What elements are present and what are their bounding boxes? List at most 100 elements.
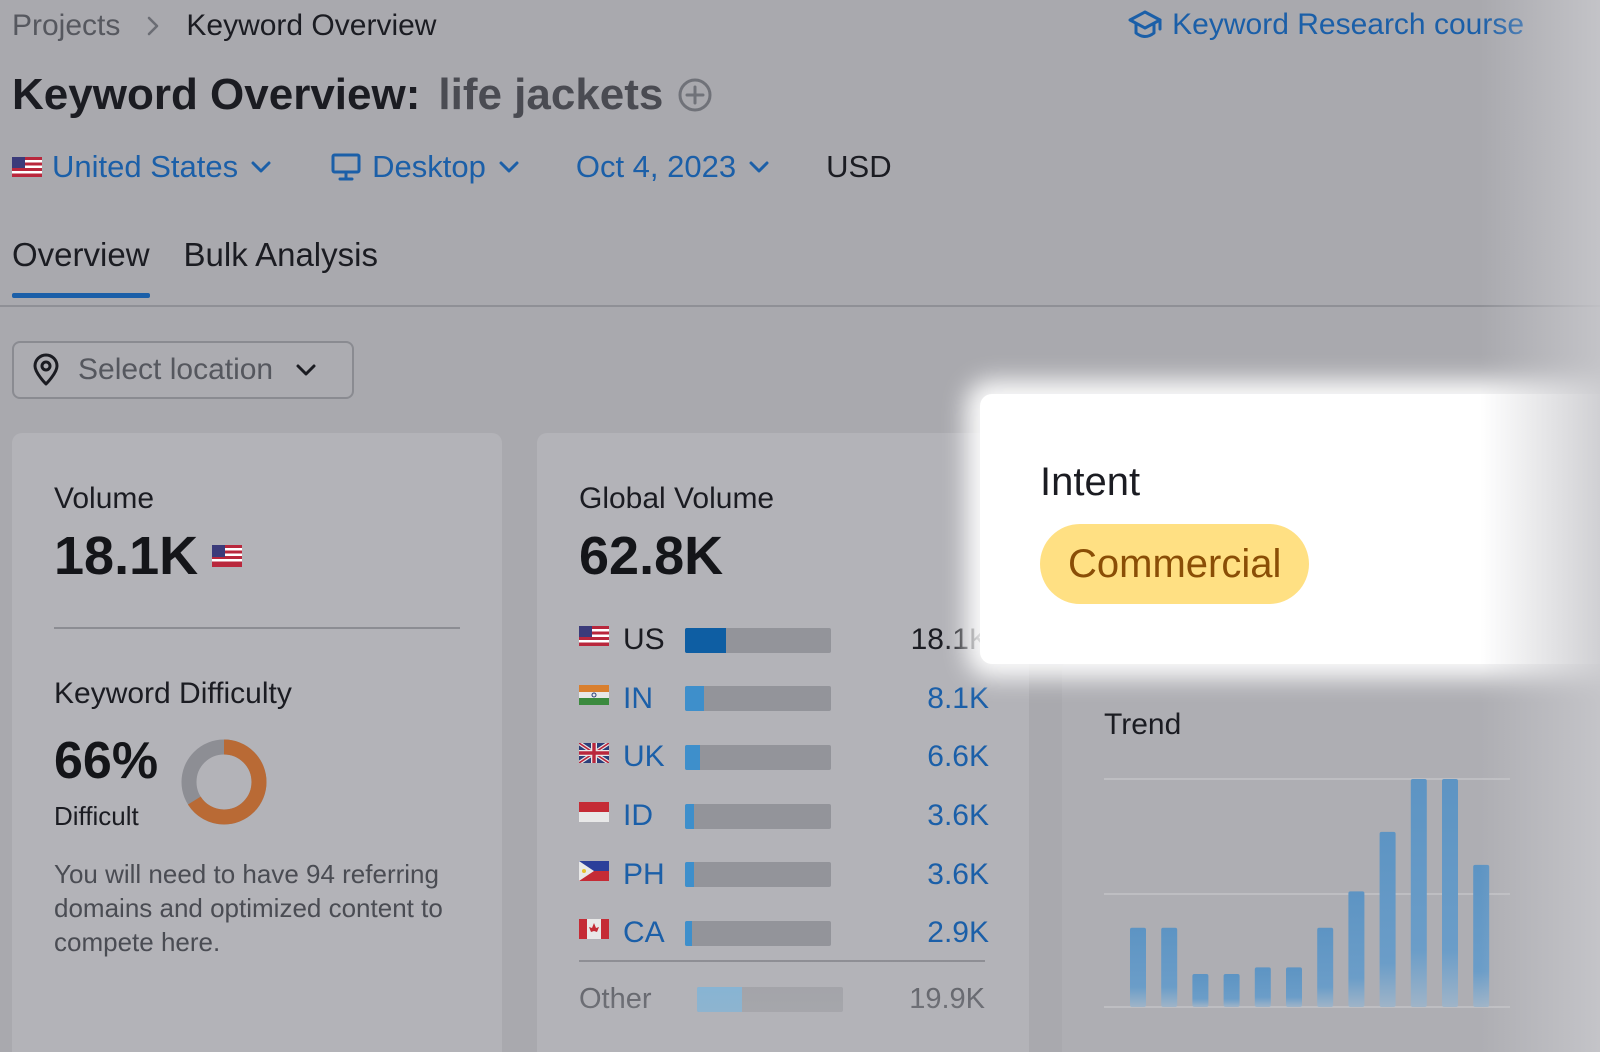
trend-bar — [1442, 779, 1458, 1007]
device-dropdown[interactable]: Desktop — [330, 149, 520, 185]
country-volume-list: US 18.1K IN 8.1K UK 6.6K ID 3.6K PH 3.6K — [579, 611, 989, 963]
breadcrumb: Projects Keyword Overview — [12, 6, 436, 46]
trend-bar — [1192, 973, 1209, 1007]
country-row-uk[interactable]: UK 6.6K — [579, 728, 989, 787]
volume-card: Volume 18.1K Keyword Difficulty 66% Diff… — [12, 433, 502, 1052]
country-code-link[interactable]: ID — [623, 799, 685, 833]
country-dropdown[interactable]: United States — [12, 149, 272, 185]
page-title-keyword: life jackets — [438, 70, 664, 119]
trend-label: Trend — [1104, 708, 1182, 741]
intent-badge: Commercial — [1040, 524, 1310, 604]
country-row-in[interactable]: IN 8.1K — [579, 670, 989, 729]
us-flag-icon — [579, 626, 611, 647]
volume-bar — [685, 627, 831, 653]
country-row-other: Other 19.9K — [579, 981, 985, 1017]
country-volume[interactable]: 3.6K — [927, 799, 989, 833]
volume-bar — [685, 862, 831, 888]
country-row-ph[interactable]: PH 3.6K — [579, 845, 989, 904]
keyword-difficulty-donut — [181, 739, 267, 825]
tab-overview[interactable]: Overview — [12, 236, 150, 298]
date-dropdown[interactable]: Oct 4, 2023 — [576, 149, 770, 185]
global-volume-label: Global Volume — [579, 482, 775, 515]
volume-bar-fill — [697, 986, 743, 1012]
trend-bar — [1348, 891, 1365, 1007]
volume-bar-fill — [685, 862, 694, 888]
date-label: Oct 4, 2023 — [575, 149, 737, 184]
volume-bar — [685, 920, 831, 946]
desktop-icon — [330, 151, 362, 183]
country-volume: 18.1K — [910, 623, 989, 657]
trend-bar — [1410, 779, 1427, 1007]
volume-bar — [685, 744, 831, 770]
chevron-down-icon — [748, 160, 770, 174]
chevron-down-icon — [250, 160, 272, 174]
country-row-ca[interactable]: CA 2.9K — [579, 904, 989, 963]
volume-bar-fill — [685, 803, 694, 829]
course-link-label: Keyword Research course — [1172, 8, 1524, 41]
country-code-link[interactable]: UK — [623, 740, 685, 774]
country-volume[interactable]: 8.1K — [927, 682, 989, 716]
country-code-link[interactable]: IN — [623, 682, 685, 716]
page-title: Keyword Overview: life jackets — [12, 70, 713, 120]
country-code: US — [623, 623, 665, 657]
volume-bar — [697, 986, 843, 1012]
philippines-flag-icon — [579, 860, 611, 881]
volume-label: Volume — [54, 482, 155, 515]
page-title-prefix: Keyword Overview: — [12, 70, 421, 119]
other-volume: 19.9K — [909, 982, 985, 1015]
device-label: Desktop — [372, 149, 486, 184]
trend-card: Trend — [1062, 660, 1600, 1052]
canada-flag-icon — [579, 919, 611, 940]
country-code-link[interactable]: CA — [623, 916, 685, 950]
filters-bar: United States Desktop Oct 4, 2023 USD — [12, 144, 892, 190]
keyword-difficulty-value: 66% — [54, 732, 159, 790]
keyword-research-course-link[interactable]: Keyword Research course — [1128, 8, 1524, 42]
volume-value-row: 18.1K — [54, 525, 243, 587]
chevron-right-icon — [146, 15, 160, 37]
global-volume-card: Global Volume 62.8K US 18.1K IN 8.1K UK … — [537, 433, 1029, 1052]
uk-flag-icon — [579, 743, 611, 764]
volume-bar — [685, 686, 831, 712]
trend-bar — [1379, 831, 1396, 1007]
trend-bar — [1317, 927, 1334, 1007]
keyword-difficulty-level: Difficult — [54, 801, 139, 831]
currency-label: USD — [826, 149, 892, 184]
country-volume[interactable]: 6.6K — [927, 740, 989, 774]
india-flag-icon — [579, 684, 611, 705]
keyword-difficulty-description: You will need to have 94 referring domai… — [54, 859, 443, 957]
volume-bar-fill — [685, 744, 700, 770]
country-label: United States — [52, 149, 239, 184]
map-pin-icon — [30, 353, 62, 387]
country-row-id[interactable]: ID 3.6K — [579, 787, 989, 846]
other-label: Other — [579, 982, 652, 1015]
volume-value: 18.1K — [54, 526, 199, 586]
global-volume-value: 62.8K — [579, 526, 724, 586]
tab-bulk-analysis[interactable]: Bulk Analysis — [184, 236, 378, 294]
chevron-down-icon — [498, 160, 520, 174]
graduation-cap-icon — [1128, 9, 1162, 41]
trend-bar — [1254, 967, 1271, 1007]
country-volume[interactable]: 2.9K — [927, 916, 989, 950]
breadcrumb-current: Keyword Overview — [186, 9, 437, 42]
trend-chart — [1104, 778, 1510, 1008]
tabs: Overview Bulk Analysis — [12, 236, 412, 298]
trend-bar — [1473, 864, 1490, 1007]
volume-bar-fill — [685, 686, 704, 712]
plus-circle-icon[interactable] — [677, 77, 713, 113]
chevron-down-icon — [295, 363, 317, 377]
location-select[interactable]: Select location — [12, 341, 354, 399]
country-volume[interactable]: 3.6K — [927, 858, 989, 892]
divider — [54, 627, 460, 629]
breadcrumb-projects-link[interactable]: Projects — [12, 9, 120, 43]
us-flag-icon — [12, 157, 42, 177]
intent-card: Intent Commercial — [980, 394, 1600, 664]
trend-bar — [1223, 973, 1240, 1007]
tabs-divider — [0, 305, 1600, 307]
country-code-link[interactable]: PH — [623, 858, 685, 892]
trend-bar — [1130, 927, 1146, 1007]
volume-bar-fill — [685, 627, 726, 653]
us-flag-icon — [212, 545, 243, 567]
keyword-difficulty-label: Keyword Difficulty — [54, 677, 292, 710]
divider — [579, 960, 985, 962]
volume-bar-fill — [685, 920, 693, 946]
